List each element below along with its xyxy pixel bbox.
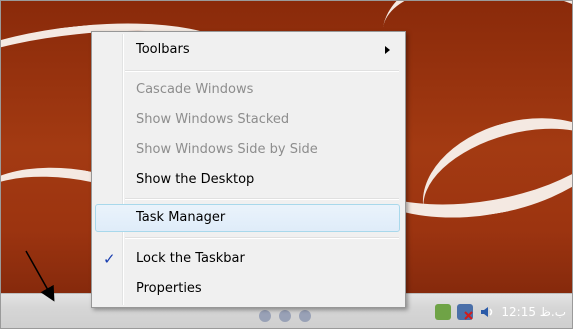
tray-faded-icons	[259, 310, 311, 322]
menu-item-properties[interactable]: Properties	[95, 277, 400, 301]
menu-item-label: Show Windows Side by Side	[136, 142, 318, 157]
desktop: 12:15 ب.ظ Toolbars Cascade Windows Show …	[0, 0, 573, 329]
menu-item-show-the-desktop[interactable]: Show the Desktop	[95, 168, 400, 192]
menu-separator	[125, 70, 399, 72]
menu-item-task-manager[interactable]: Task Manager	[95, 204, 400, 232]
menu-item-label: Cascade Windows	[136, 82, 254, 97]
system-tray: 12:15 ب.ظ	[435, 298, 566, 326]
tray-app-icon	[259, 310, 271, 322]
menu-item-toolbars[interactable]: Toolbars	[95, 38, 400, 62]
clock[interactable]: 12:15 ب.ظ	[501, 305, 566, 319]
menu-item-show-windows-side-by-side: Show Windows Side by Side	[95, 138, 400, 162]
taskbar-context-menu: Toolbars Cascade Windows Show Windows St…	[91, 31, 406, 308]
menu-item-label: Properties	[136, 281, 202, 296]
menu-item-label: Show Windows Stacked	[136, 112, 290, 127]
menu-item-label: Show the Desktop	[136, 172, 255, 187]
menu-item-cascade-windows: Cascade Windows	[95, 78, 400, 102]
menu-item-label: Lock the Taskbar	[136, 251, 245, 266]
menu-separator	[125, 198, 399, 200]
volume-icon[interactable]	[479, 304, 495, 320]
tray-app-icon[interactable]	[435, 304, 452, 320]
menu-item-show-windows-stacked: Show Windows Stacked	[95, 108, 400, 132]
menu-item-label: Task Manager	[136, 210, 226, 225]
menu-item-label: Toolbars	[136, 42, 190, 57]
tray-app-icon	[279, 310, 291, 322]
tray-app-icon	[299, 310, 311, 322]
network-error-icon	[464, 311, 474, 320]
submenu-arrow-icon	[385, 46, 390, 54]
menu-item-lock-the-taskbar[interactable]: ✓ Lock the Taskbar	[95, 247, 400, 271]
menu-separator	[125, 237, 399, 239]
network-icon[interactable]	[457, 304, 474, 320]
checkmark-icon: ✓	[103, 250, 116, 268]
